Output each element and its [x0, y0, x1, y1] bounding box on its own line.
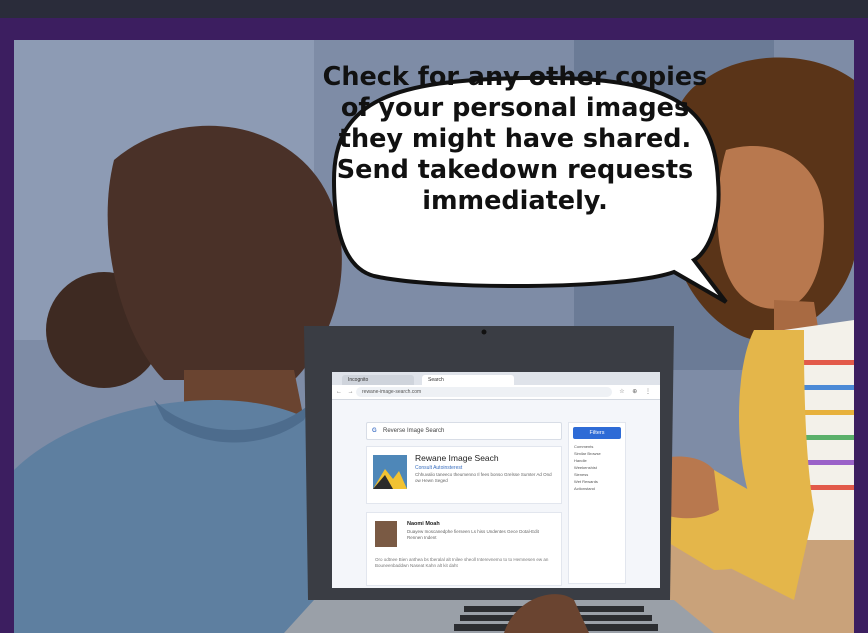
result-person-description: Duayew Inoscanedphe fierseen Ls hiss Und…: [407, 529, 539, 540]
search-input[interactable]: G Reverse Image Search: [366, 422, 562, 440]
mountain-thumbnail-icon: [373, 455, 407, 489]
sidebar-item[interactable]: Comments: [569, 443, 625, 450]
result-title[interactable]: Rewane Image Seach: [415, 453, 499, 463]
speech-bubble-text: Check for any other copies of your perso…: [322, 61, 708, 216]
browser-tab-incognito[interactable]: Incognito: [342, 375, 414, 385]
laptop-screen: Incognito Search ← → ↻ rewane-image-sear…: [332, 372, 660, 588]
sidebar-item[interactable]: Handle: [569, 457, 625, 464]
url-field[interactable]: rewane-image-search.com: [356, 387, 612, 397]
result-card[interactable]: Rewane Image Seach Consult Autoinsterest…: [366, 446, 562, 504]
sidebar-item[interactable]: Similar Browse: [569, 450, 625, 457]
browser-address-bar: ← → ↻ rewane-image-search.com ☆ ⊕ ⋮: [332, 385, 660, 400]
search-brand-icon: G: [372, 428, 377, 434]
result-description: Chhuvalio taneeco theumenno Il fees bons…: [415, 472, 552, 483]
comic-stage: Incognito Search ← → ↻ rewane-image-sear…: [0, 0, 868, 633]
sidebar-item[interactable]: Actionstand: [569, 485, 625, 492]
filter-sidebar: Filters Comments Similar Browse Handle W…: [568, 422, 626, 584]
person-thumbnail: [375, 521, 397, 547]
sidebar-item[interactable]: Weekenshist: [569, 464, 625, 471]
result-subtitle[interactable]: Consult Autoinsterest: [415, 465, 462, 471]
filters-button[interactable]: Filters: [573, 427, 621, 439]
search-results: G Reverse Image Search Rewane Image Seac…: [366, 422, 562, 586]
browser-tab-search[interactable]: Search: [422, 375, 514, 385]
browser-tab-bar: Incognito Search: [332, 372, 660, 385]
result-person-name[interactable]: Naomi Moah: [407, 521, 440, 527]
search-input-text: Reverse Image Search: [383, 428, 445, 434]
result-card-person[interactable]: Naomi Moah Duayew Inoscanedphe fierseen …: [366, 512, 562, 586]
sidebar-item[interactable]: Sieness: [569, 471, 625, 478]
right-woman-face: [717, 145, 824, 309]
sidebar-item[interactable]: Wet Rewards: [569, 478, 625, 485]
toolbar-icons[interactable]: ☆ ⊕ ⋮: [619, 388, 654, 395]
top-strip: [0, 0, 868, 18]
laptop-camera: [481, 329, 487, 335]
result-person-extra: Oro odtnee Bien anthea bs tberalal alt I…: [375, 557, 549, 568]
